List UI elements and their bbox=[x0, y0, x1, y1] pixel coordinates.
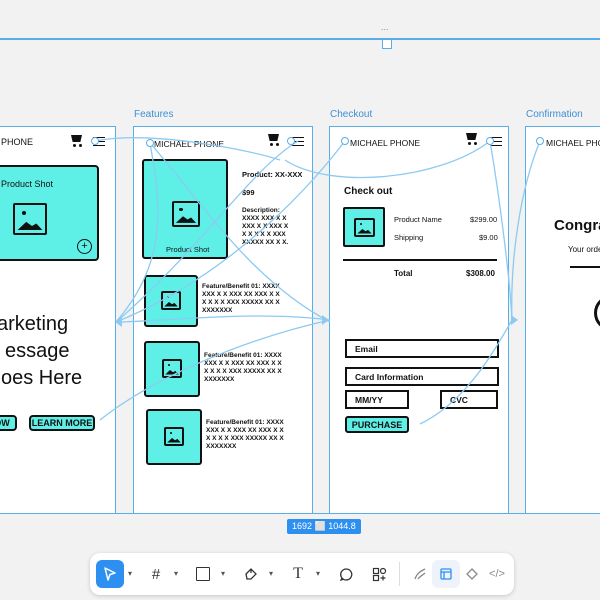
design-icon[interactable] bbox=[432, 560, 460, 588]
size-badge: 1692 ⬜ 1044.8 bbox=[287, 519, 361, 534]
link-hotspot[interactable] bbox=[341, 137, 349, 145]
components-icon[interactable] bbox=[365, 560, 393, 588]
frame-icon[interactable]: # bbox=[142, 560, 170, 588]
link-arrow-right bbox=[511, 315, 518, 325]
prototype-connections bbox=[94, 137, 541, 425]
link-hotspot[interactable] bbox=[536, 137, 544, 145]
comment-icon[interactable] bbox=[332, 560, 360, 588]
chevron-down-icon[interactable]: ▾ bbox=[174, 569, 178, 578]
pointer-icon[interactable] bbox=[96, 560, 124, 588]
chevron-down-icon[interactable]: ▾ bbox=[269, 569, 273, 578]
prototype-icon[interactable] bbox=[458, 560, 486, 588]
pen-icon[interactable] bbox=[237, 560, 265, 588]
code-icon[interactable]: </> bbox=[483, 560, 511, 588]
link-hotspot[interactable] bbox=[91, 137, 99, 145]
link-hotspot[interactable] bbox=[486, 137, 494, 145]
toolbar-divider bbox=[399, 562, 400, 586]
bottom-toolbar: ▾ # ▾ ▾ ▾ T ▾ </> bbox=[90, 553, 514, 595]
text-icon[interactable]: T bbox=[284, 560, 312, 588]
link-arrow-right bbox=[322, 315, 329, 325]
chevron-down-icon[interactable]: ▾ bbox=[128, 569, 132, 578]
selection-edge-bottom bbox=[0, 513, 600, 514]
rectangle-icon[interactable] bbox=[189, 560, 217, 588]
link-hotspot[interactable] bbox=[287, 137, 295, 145]
link-arrow-left bbox=[115, 317, 122, 327]
chevron-down-icon[interactable]: ▾ bbox=[221, 569, 225, 578]
chevron-down-icon[interactable]: ▾ bbox=[316, 569, 320, 578]
link-hotspot[interactable] bbox=[146, 139, 154, 147]
draw-icon[interactable] bbox=[406, 560, 434, 588]
